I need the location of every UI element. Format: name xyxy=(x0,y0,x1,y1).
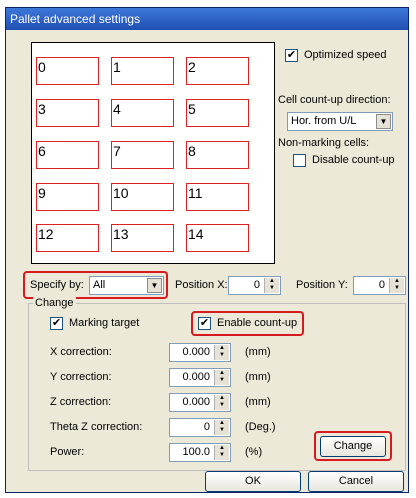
count-up-direction-label: Cell count-up direction: xyxy=(278,94,391,106)
optimized-speed-label: Optimized speed xyxy=(304,49,387,61)
y-correction-value: 0.000 xyxy=(182,371,210,383)
position-x-input[interactable]: 0 ▲ ▼ xyxy=(228,276,281,295)
optimized-speed-checkbox[interactable]: ✔ xyxy=(285,49,298,62)
grid-cell[interactable]: 3 xyxy=(36,99,99,127)
position-y-value: 0 xyxy=(378,279,385,291)
window-title: Pallet advanced settings xyxy=(10,12,141,26)
grid-cell[interactable]: 0 xyxy=(36,57,99,85)
check-icon: ✔ xyxy=(51,317,62,329)
spin-arrows-icon[interactable]: ▲ ▼ xyxy=(389,278,404,293)
grid-cell[interactable]: 9 xyxy=(36,183,99,211)
grid-cell[interactable]: 14 xyxy=(186,224,249,252)
grid-cell[interactable]: 11 xyxy=(186,183,249,211)
spin-arrows-icon[interactable]: ▲ ▼ xyxy=(214,370,229,385)
x-correction-label: X correction: xyxy=(50,346,112,358)
grid-cell[interactable]: 12 xyxy=(36,224,99,252)
disable-count-up-label: Disable count-up xyxy=(312,154,395,166)
pallet-grid: 0 1 2 3 4 5 6 7 8 9 10 11 12 13 14 xyxy=(31,42,275,264)
spin-arrows-icon[interactable]: ▲ ▼ xyxy=(214,395,229,410)
grid-cell[interactable]: 5 xyxy=(186,99,249,127)
specify-by-highlight xyxy=(23,271,168,299)
z-correction-value: 0.000 xyxy=(182,396,210,408)
power-input[interactable]: 100.0 ▲ ▼ xyxy=(169,443,231,462)
grid-cell[interactable]: 13 xyxy=(111,224,174,252)
z-correction-input[interactable]: 0.000 ▲ ▼ xyxy=(169,393,231,412)
spin-arrows-icon[interactable]: ▲ ▼ xyxy=(214,445,229,460)
enable-count-up-checkbox[interactable]: ✔ xyxy=(198,317,211,330)
z-correction-unit: (mm) xyxy=(245,396,271,408)
disable-count-up-checkbox[interactable] xyxy=(293,154,306,167)
grid-cell[interactable]: 7 xyxy=(111,141,174,169)
non-marking-label: Non-marking cells: xyxy=(278,137,370,149)
dialog-window: Pallet advanced settings 0 1 2 3 4 5 6 7… xyxy=(5,7,409,493)
enable-count-up-label: Enable count-up xyxy=(217,317,298,329)
grid-cell[interactable]: 2 xyxy=(186,57,249,85)
count-up-direction-value: Hor. from U/L xyxy=(291,115,357,127)
spin-arrows-icon[interactable]: ▲ ▼ xyxy=(214,345,229,360)
grid-cell[interactable]: 10 xyxy=(111,183,174,211)
cancel-button[interactable]: Cancel xyxy=(308,471,404,492)
z-correction-label: Z correction: xyxy=(50,396,112,408)
chevron-down-icon[interactable]: ▼ xyxy=(376,114,391,129)
theta-z-correction-unit: (Deg.) xyxy=(245,421,276,433)
grid-cell[interactable]: 1 xyxy=(111,57,174,85)
theta-z-correction-input[interactable]: 0 ▲ ▼ xyxy=(169,418,231,437)
power-unit: (%) xyxy=(245,446,263,458)
grid-cell[interactable]: 8 xyxy=(186,141,249,169)
position-y-input[interactable]: 0 ▲ ▼ xyxy=(353,276,406,295)
y-correction-label: Y correction: xyxy=(50,371,112,383)
y-correction-unit: (mm) xyxy=(245,371,271,383)
x-correction-input[interactable]: 0.000 ▲ ▼ xyxy=(169,343,231,362)
spin-arrows-icon[interactable]: ▲ ▼ xyxy=(264,278,279,293)
grid-cell[interactable]: 4 xyxy=(111,99,174,127)
title-bar: Pallet advanced settings xyxy=(6,8,408,30)
x-correction-value: 0.000 xyxy=(182,346,210,358)
x-correction-unit: (mm) xyxy=(245,346,271,358)
check-icon: ✔ xyxy=(199,317,210,329)
power-label: Power: xyxy=(50,446,85,458)
position-x-label: Position X: xyxy=(175,279,228,291)
count-up-direction-select[interactable]: Hor. from U/L ▼ xyxy=(287,112,393,131)
power-value: 100.0 xyxy=(182,446,210,458)
check-icon: ✔ xyxy=(286,49,297,61)
theta-z-correction-label: Theta Z correction: xyxy=(50,421,143,433)
theta-z-correction-value: 0 xyxy=(203,421,210,433)
grid-cell[interactable]: 6 xyxy=(36,141,99,169)
marking-target-checkbox[interactable]: ✔ xyxy=(50,317,63,330)
change-button[interactable]: Change xyxy=(320,436,386,457)
position-y-label: Position Y: xyxy=(296,279,348,291)
spin-arrows-icon[interactable]: ▲ ▼ xyxy=(214,420,229,435)
marking-target-label: Marking target xyxy=(69,317,140,329)
change-group-legend: Change xyxy=(33,297,76,309)
ok-button[interactable]: OK xyxy=(205,471,301,492)
position-x-value: 0 xyxy=(253,279,260,291)
y-correction-input[interactable]: 0.000 ▲ ▼ xyxy=(169,368,231,387)
